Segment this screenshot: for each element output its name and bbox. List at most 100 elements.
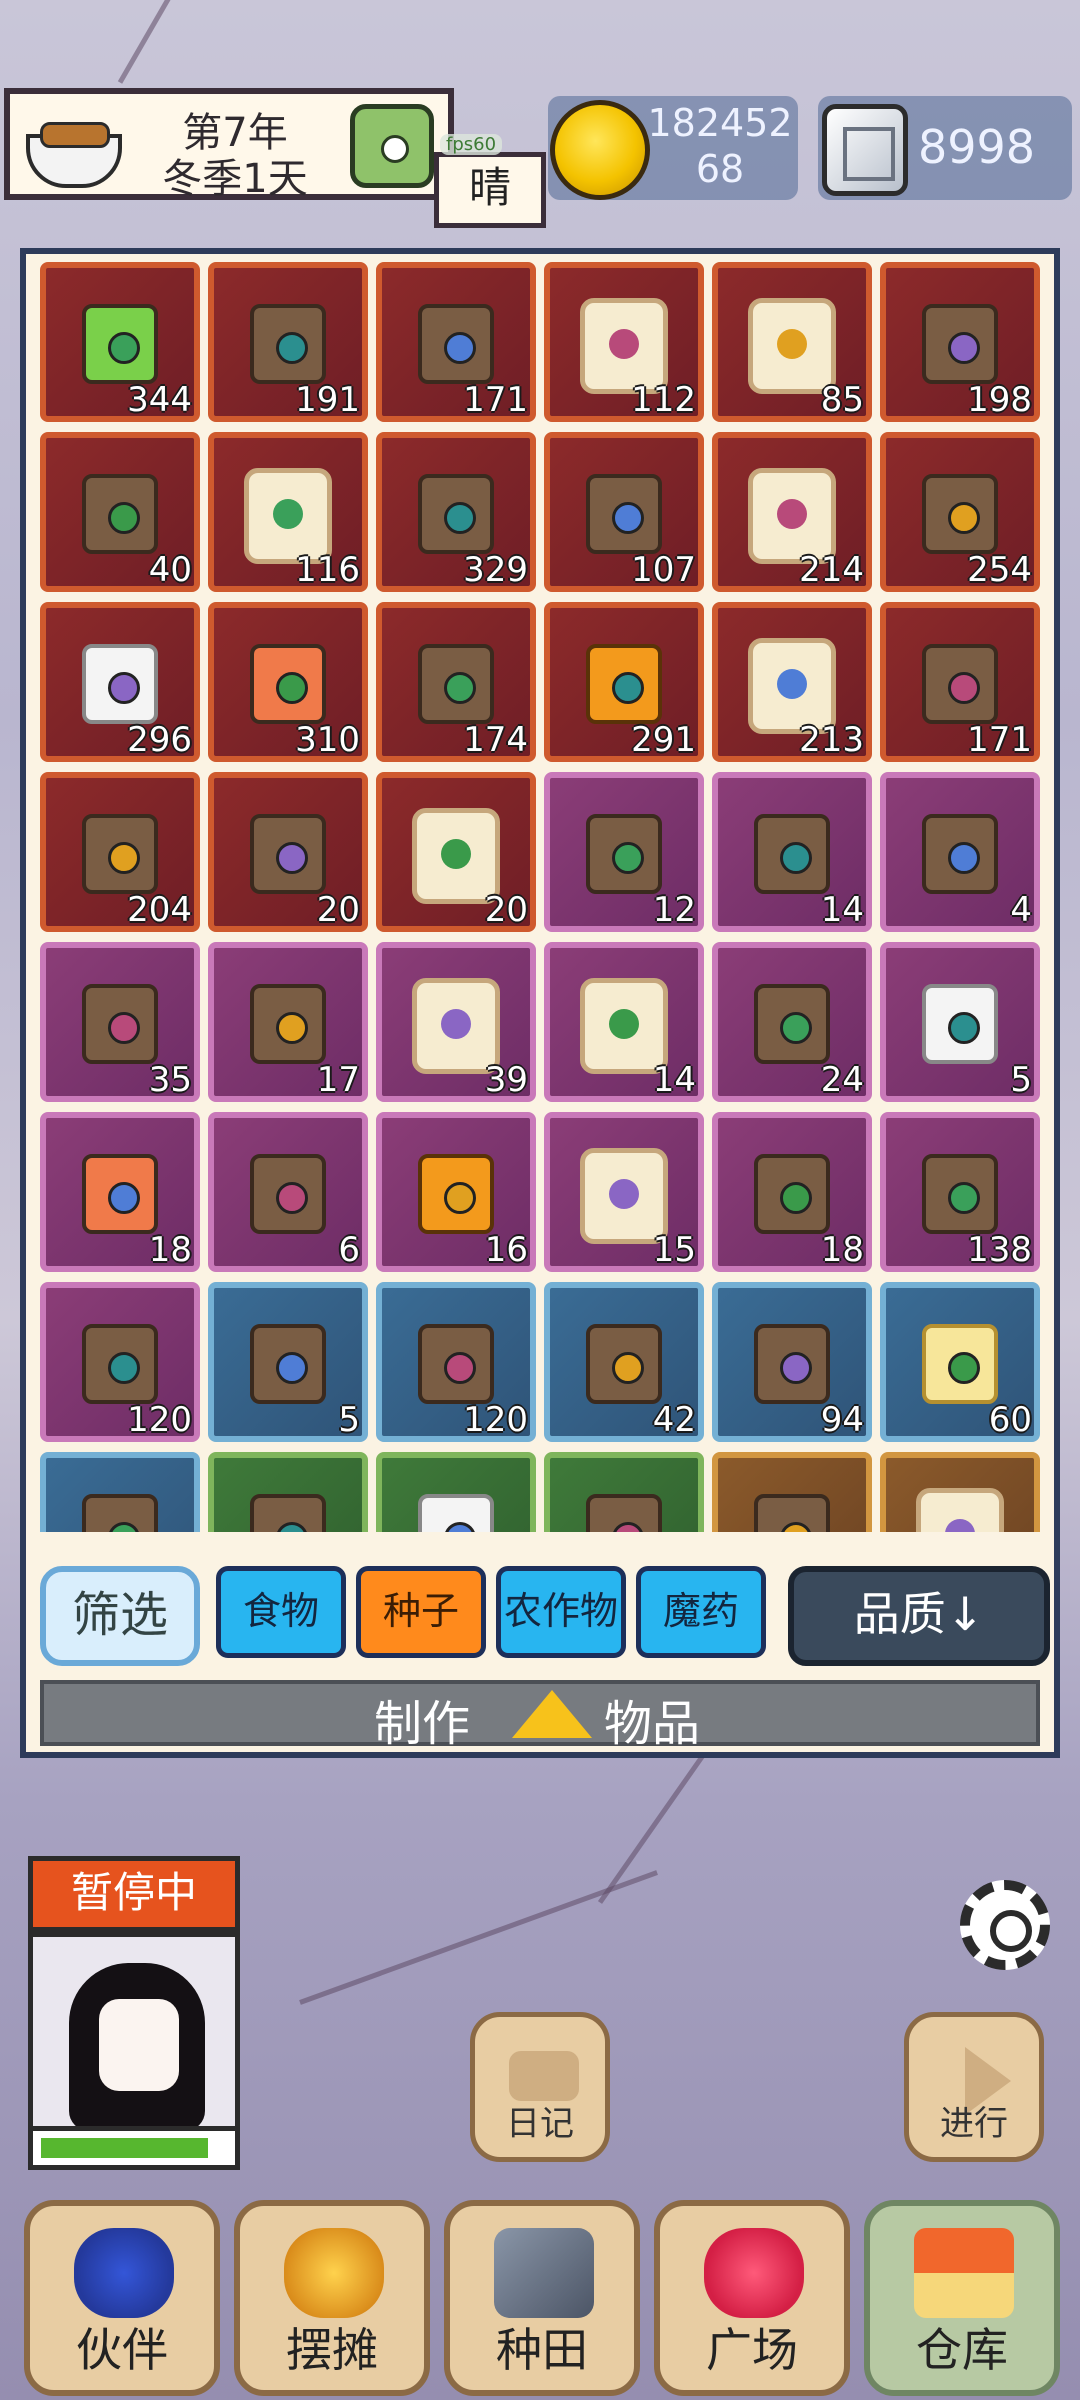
inventory-slot[interactable]: 171 — [376, 262, 536, 422]
inventory-slot[interactable] — [376, 1452, 536, 1532]
inventory-slot[interactable]: 112 — [544, 262, 704, 422]
inventory-slot[interactable] — [208, 1452, 368, 1532]
inventory-slot[interactable]: 20 — [208, 772, 368, 932]
inventory-slot[interactable]: 60 — [880, 1282, 1040, 1442]
nav-partners[interactable]: 伙伴 — [24, 2200, 220, 2396]
inventory-slot[interactable]: 214 — [712, 432, 872, 592]
filter-button[interactable]: 筛选 — [40, 1566, 200, 1666]
inventory-slot[interactable] — [544, 1452, 704, 1532]
inventory-slot[interactable]: 254 — [880, 432, 1040, 592]
inventory-slot[interactable]: 14 — [712, 772, 872, 932]
inventory-slot[interactable]: 291 — [544, 602, 704, 762]
nav-plaza[interactable]: 广场 — [654, 2200, 850, 2396]
pause-status-badge[interactable]: 暂停中 — [28, 1856, 240, 1932]
tab-seeds[interactable]: 种子 — [356, 1566, 486, 1658]
inventory-slot[interactable]: 213 — [712, 602, 872, 762]
inventory-slot[interactable]: 198 — [880, 262, 1040, 422]
item-quantity: 112 — [631, 380, 696, 420]
proceed-label: 进行 — [940, 2104, 1008, 2144]
inventory-slot[interactable]: 116 — [208, 432, 368, 592]
sort-quality-button[interactable]: 品质↓ — [788, 1566, 1050, 1666]
nav-warehouse[interactable]: 仓库 — [864, 2200, 1060, 2396]
seed-bag-icon — [250, 814, 326, 894]
inventory-slot[interactable]: 174 — [376, 602, 536, 762]
item-quantity: 60 — [988, 1400, 1032, 1440]
character-portrait[interactable] — [28, 1932, 240, 2134]
tab-crops[interactable]: 农作物 — [496, 1566, 626, 1658]
item-quantity: 120 — [463, 1400, 528, 1440]
item-grid[interactable]: 344 191 171 112 85 198 40 116 329 107 214 254 296 310… — [40, 262, 1048, 1532]
item-quantity: 329 — [463, 550, 528, 590]
proceed-button[interactable]: 进行 — [904, 2012, 1044, 2162]
inventory-slot[interactable]: 14 — [544, 942, 704, 1102]
inventory-slot[interactable]: 191 — [208, 262, 368, 422]
item-quantity: 138 — [967, 1230, 1032, 1270]
nav-stall[interactable]: 摆摊 — [234, 2200, 430, 2396]
item-quantity: 18 — [820, 1230, 864, 1270]
item-quantity: 35 — [148, 1060, 192, 1100]
inventory-slot[interactable]: 85 — [712, 262, 872, 422]
inventory-slot[interactable]: 329 — [376, 432, 536, 592]
inventory-slot[interactable]: 39 — [376, 942, 536, 1102]
inventory-slot[interactable]: 107 — [544, 432, 704, 592]
inventory-slot[interactable]: 5 — [880, 942, 1040, 1102]
inventory-slot[interactable]: 12 — [544, 772, 704, 932]
inventory-slot[interactable]: 40 — [40, 432, 200, 592]
season-day-label: 冬季1天 — [162, 156, 308, 202]
inventory-slot[interactable]: 4 — [880, 772, 1040, 932]
item-quantity: 40 — [148, 550, 192, 590]
coin-amount: 182452 68 — [640, 100, 800, 192]
inventory-slot[interactable] — [880, 1452, 1040, 1532]
inventory-slot[interactable]: 42 — [544, 1282, 704, 1442]
inventory-slot[interactable]: 20 — [376, 772, 536, 932]
craft-label: 制作 — [374, 1696, 471, 1752]
background-branch — [299, 1870, 658, 2005]
nav-farm-label: 种田 — [496, 2323, 588, 2377]
orange-seed-packet-icon — [418, 1154, 494, 1234]
item-quantity: 198 — [967, 380, 1032, 420]
coins-stack-icon — [284, 2228, 384, 2318]
inventory-slot[interactable]: 24 — [712, 942, 872, 1102]
inventory-slot[interactable]: 35 — [40, 942, 200, 1102]
inventory-slot[interactable]: 94 — [712, 1282, 872, 1442]
clock-icon[interactable] — [350, 104, 434, 188]
inventory-slot[interactable]: 344 — [40, 262, 200, 422]
inventory-slot[interactable]: 15 — [544, 1112, 704, 1272]
inventory-slot[interactable]: 296 — [40, 602, 200, 762]
item-quantity: 116 — [295, 550, 360, 590]
inventory-slot[interactable]: 120 — [40, 1282, 200, 1442]
inventory-slot[interactable] — [40, 1452, 200, 1532]
inventory-slot[interactable]: 16 — [376, 1112, 536, 1272]
flower-seed-bag-icon — [82, 1154, 158, 1234]
inventory-slot[interactable]: 5 — [208, 1282, 368, 1442]
tab-potions[interactable]: 魔药 — [636, 1566, 766, 1658]
inventory-slot[interactable]: 6 — [208, 1112, 368, 1272]
inventory-slot[interactable]: 138 — [880, 1112, 1040, 1272]
inventory-slot[interactable]: 171 — [880, 602, 1040, 762]
item-quantity: 42 — [652, 1400, 696, 1440]
partners-icon — [74, 2228, 174, 2318]
orange-seed-packet-icon — [586, 644, 662, 724]
item-quantity: 171 — [463, 380, 528, 420]
craft-items-bar[interactable]: 制作 物品 — [40, 1680, 1040, 1752]
nav-plaza-label: 广场 — [706, 2323, 798, 2377]
inventory-slot[interactable]: 204 — [40, 772, 200, 932]
tab-food[interactable]: 食物 — [216, 1566, 346, 1658]
inventory-slot[interactable]: 18 — [712, 1112, 872, 1272]
seed-bag-icon — [418, 474, 494, 554]
inventory-slot[interactable]: 17 — [208, 942, 368, 1102]
item-quantity: 20 — [316, 890, 360, 930]
nav-farm[interactable]: 种田 — [444, 2200, 640, 2396]
inventory-slot[interactable]: 18 — [40, 1112, 200, 1272]
gear-icon[interactable] — [960, 1880, 1050, 1970]
item-quantity: 18 — [148, 1230, 192, 1270]
inventory-slot[interactable]: 310 — [208, 602, 368, 762]
inventory-slot[interactable]: 120 — [376, 1282, 536, 1442]
green-seed-pouch-icon — [82, 304, 158, 384]
background-branch — [117, 0, 223, 84]
seed-bag-icon — [82, 984, 158, 1064]
diary-button[interactable]: 日记 — [470, 2012, 610, 2162]
seed-bag-icon — [754, 1154, 830, 1234]
seed-pack-icon — [916, 1488, 1004, 1532]
inventory-slot[interactable] — [712, 1452, 872, 1532]
